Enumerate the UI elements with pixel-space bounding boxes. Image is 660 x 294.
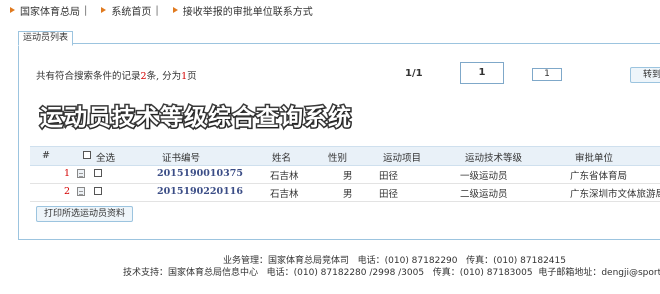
athlete-name: 石吉林 xyxy=(270,171,299,182)
breadcrumb-link-report-contacts[interactable]: 接收举报的审批单位联系方式 xyxy=(183,3,313,18)
approval-unit: 广东省体育局 xyxy=(570,171,628,182)
breadcrumb-separator: | xyxy=(84,4,88,16)
table-row: 1 2015190010375 石吉林 男 田径 一级运动员 广东省体育局 xyxy=(30,165,660,184)
cert-number[interactable]: 2015190220116 xyxy=(157,186,243,197)
athlete-gender: 男 xyxy=(343,189,353,200)
header-cert-no: 证书编号 xyxy=(162,153,201,164)
go-to-page-button[interactable]: 转到 xyxy=(630,67,660,83)
breadcrumb: 国家体育总局 | 系统首页 | 接收举报的审批单位联系方式 xyxy=(0,0,660,20)
print-selected-button[interactable]: 打印所选运动员资料 xyxy=(36,206,134,222)
footer-tech: 技术支持：国家体育总局信息中心 电话：(010) 87182280 /2998 … xyxy=(123,265,660,278)
record-summary: 共有符合搜索条件的记录2条, 分为1页 xyxy=(36,68,197,82)
document-icon[interactable] xyxy=(77,187,85,196)
arrow-right-icon xyxy=(172,7,178,13)
footer-tech-tel: (010) 87182280 /2998 /3005 xyxy=(293,268,425,278)
footer-tech-fax: (010) 87183005 xyxy=(459,268,533,278)
record-summary-mid: 条, 分为 xyxy=(146,71,182,82)
row-index: 2 xyxy=(64,186,71,197)
row-checkbox[interactable] xyxy=(94,187,102,195)
tab-athlete-list[interactable]: 运动员列表 xyxy=(18,31,74,46)
row-checkbox[interactable] xyxy=(94,169,102,177)
page-index: 1/1 xyxy=(405,68,423,79)
footer-tech-label: 技术支持：国家体育总局信息中心 xyxy=(123,268,259,278)
table-row: 2 2015190220116 石吉林 男 田径 二级运动员 广东深圳市文体旅游… xyxy=(30,183,660,202)
header-level: 运动技术等级 xyxy=(465,153,523,164)
header-gender: 性别 xyxy=(328,153,348,164)
current-page-box: 1 xyxy=(460,62,504,84)
breadcrumb-separator: | xyxy=(155,4,159,16)
record-summary-prefix: 共有符合搜索条件的记录 xyxy=(36,71,141,82)
arrow-right-icon xyxy=(101,7,107,13)
document-icon[interactable] xyxy=(77,169,85,178)
jump-page-input[interactable]: 1 xyxy=(532,68,562,81)
arrow-right-icon xyxy=(10,7,15,13)
header-index: # xyxy=(42,150,50,161)
footer-tech-tel-label: 电话： xyxy=(266,268,294,278)
footer-tech-fax-label: 传真： xyxy=(432,268,460,278)
record-summary-suffix: 页 xyxy=(187,71,197,82)
cert-number[interactable]: 2015190010375 xyxy=(157,168,243,179)
breadcrumb-link-system-home[interactable]: 系统首页 xyxy=(111,3,151,18)
header-select-all: 全选 xyxy=(96,153,116,164)
header-unit: 审批单位 xyxy=(575,153,614,164)
row-index: 1 xyxy=(64,168,71,179)
athlete-level: 二级运动员 xyxy=(460,189,508,200)
breadcrumb-link-home-org[interactable]: 国家体育总局 xyxy=(20,3,80,18)
system-title-banner: 运动员技术等级综合查询系统 xyxy=(39,104,353,133)
footer-email-label: 电子邮箱地址： xyxy=(538,268,602,278)
footer-email-link[interactable]: dengji@sport.gov.cn xyxy=(601,268,660,278)
approval-unit: 广东深圳市文体旅游局 xyxy=(570,189,660,200)
header-name: 姓名 xyxy=(272,153,292,164)
select-all-checkbox[interactable] xyxy=(83,151,91,159)
athlete-level: 一级运动员 xyxy=(460,171,508,182)
athlete-event: 田径 xyxy=(379,189,399,200)
athlete-gender: 男 xyxy=(343,171,353,182)
header-event: 运动项目 xyxy=(383,153,422,164)
table-header: # 全选 证书编号 姓名 性别 运动项目 运动技术等级 审批单位 xyxy=(30,146,660,166)
athlete-name: 石吉林 xyxy=(270,189,299,200)
athlete-event: 田径 xyxy=(379,171,399,182)
